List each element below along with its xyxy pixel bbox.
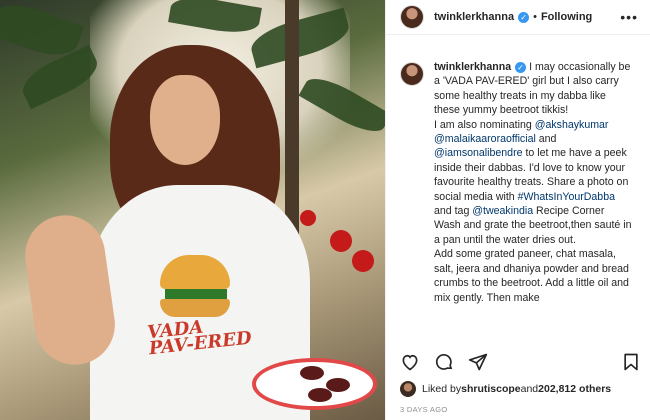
comment-icon[interactable] — [432, 351, 456, 373]
likes-summary: Liked by shrutiscope and 202,812 others — [400, 381, 611, 397]
mention-link[interactable]: @iamsonalibendre — [434, 147, 523, 159]
likes-prefix: Liked by — [422, 383, 462, 395]
separator-dot: • — [533, 11, 537, 23]
post-header: twinklerkhanna ✓ • Following ••• — [386, 0, 650, 35]
face — [150, 75, 220, 165]
mention-link[interactable]: @tweakindia — [472, 205, 533, 217]
caption-line: I am also nominating — [434, 118, 535, 131]
vada-pav-graphic — [165, 289, 227, 299]
red-flower — [330, 230, 352, 252]
mention-link[interactable]: @malaikaaroraofficial — [434, 133, 536, 145]
share-icon[interactable] — [466, 351, 490, 373]
caption-username[interactable]: twinklerkhanna — [434, 61, 511, 73]
avatar[interactable] — [400, 5, 424, 29]
liker-avatar[interactable] — [400, 381, 416, 397]
beetroot-tikki — [300, 366, 324, 380]
bookmark-icon[interactable] — [619, 351, 643, 373]
vada-pav-graphic — [160, 299, 230, 317]
verified-badge-icon: ✓ — [515, 62, 527, 73]
caption-line: Recipe Corner — [533, 205, 605, 218]
heart-icon[interactable] — [398, 351, 422, 373]
action-bar — [398, 350, 643, 374]
caption-line: Add some grated paneer, chat masala, sal… — [434, 248, 629, 304]
caption-line: and — [535, 133, 557, 146]
tree-trunk — [285, 0, 299, 240]
following-button[interactable]: Following — [541, 11, 592, 23]
verified-badge-icon: ✓ — [518, 11, 530, 23]
post-photo[interactable]: VADA PAV-ERED — [0, 0, 385, 420]
likes-count[interactable]: 202,812 others — [538, 383, 611, 395]
more-options-icon[interactable]: ••• — [620, 9, 638, 25]
likes-middle: and — [520, 383, 539, 395]
hashtag-link[interactable]: #WhatsInYourDabba — [518, 191, 615, 203]
caption-line: and tag — [434, 205, 473, 218]
avatar[interactable] — [400, 62, 424, 86]
red-flower — [300, 210, 316, 226]
liker-username[interactable]: shrutiscope — [461, 383, 521, 395]
post-side-panel: twinklerkhanna ✓ • Following ••• twinkle… — [385, 0, 650, 420]
beetroot-tikki — [308, 388, 332, 402]
header-username[interactable]: twinklerkhanna — [434, 11, 514, 23]
caption-line: Wash and grate the beetroot,then sauté i… — [434, 219, 632, 246]
red-flower — [352, 250, 374, 272]
caption-comment: twinklerkhanna ✓ I may occasionally be a … — [400, 60, 640, 335]
post-timestamp[interactable]: 3 DAYS AGO — [400, 405, 447, 414]
caption-text: twinklerkhanna ✓ I may occasionally be a … — [434, 60, 634, 335]
mention-link[interactable]: @akshaykumar — [535, 119, 609, 131]
